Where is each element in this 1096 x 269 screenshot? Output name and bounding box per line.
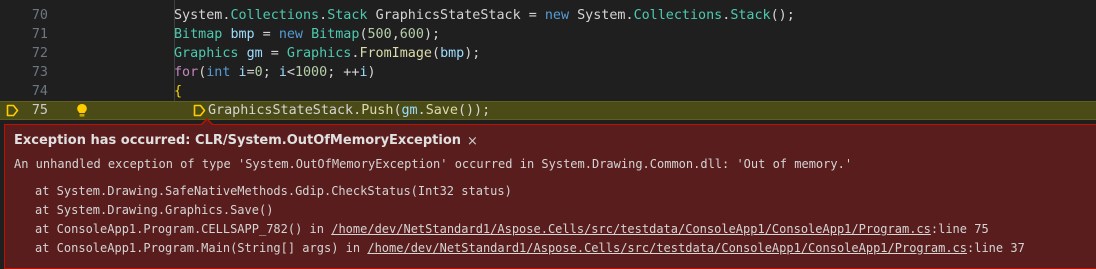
code-token: =	[520, 8, 545, 23]
code-token: bmp	[440, 46, 465, 61]
code-line-current[interactable]: 75 GraphicsStateStack.Push(gm.Save());	[0, 101, 1096, 120]
code-token: i	[238, 65, 247, 80]
code-token: Push	[361, 103, 394, 118]
code-token: .	[417, 103, 426, 118]
code-token: ();	[770, 8, 795, 23]
code-token: .	[319, 8, 328, 23]
code-token: Collections	[633, 8, 723, 23]
code-token: ; ++	[327, 65, 360, 80]
code-token: ());	[457, 103, 491, 118]
stack-frame-text: at ConsoleApp1.Program.CELLSAPP_782() in	[35, 222, 332, 236]
code-token: FromImage	[359, 46, 432, 61]
stack-trace: at System.Drawing.SafeNativeMethods.Gdip…	[35, 182, 1025, 258]
code-token: .	[353, 103, 362, 118]
code-token: System	[569, 8, 626, 23]
code-token: =	[254, 27, 279, 42]
code-token: GraphicsStateStack	[208, 103, 354, 118]
code-token: System	[174, 8, 223, 23]
line-number[interactable]: 70	[0, 6, 48, 25]
code-line[interactable]: 74 {	[0, 82, 1096, 101]
debug-inline-stackframe-icon	[193, 104, 206, 117]
code-editor[interactable]: 70 System.Collections.Stack GraphicsState…	[0, 0, 1096, 120]
code-text[interactable]: for(int i=0; i<1000; ++i)	[174, 63, 376, 82]
code-token: i	[359, 65, 368, 80]
code-line[interactable]: 73 for(int i=0; i<1000; ++i)	[0, 63, 1096, 82]
exception-widget: Exception has occurred: CLR/System.OutOf…	[4, 124, 1096, 269]
code-token: Stack	[327, 8, 368, 23]
lightbulb-icon[interactable]	[76, 103, 88, 118]
stack-frame: at ConsoleApp1.Program.Main(String[] arg…	[35, 239, 1025, 258]
code-token: GraphicsStateStack	[375, 8, 521, 23]
code-token: for	[174, 65, 199, 80]
code-token: Stack	[730, 8, 771, 23]
code-token: (	[359, 27, 368, 42]
code-token: 0	[254, 65, 263, 80]
code-token: i	[278, 65, 287, 80]
code-token: =	[246, 65, 255, 80]
code-token: .	[625, 8, 634, 23]
stack-frame-text: at System.Drawing.Graphics.Save()	[35, 203, 274, 217]
code-token: (	[393, 103, 402, 118]
stack-frame: at ConsoleApp1.Program.CELLSAPP_782() in…	[35, 220, 1025, 239]
code-text[interactable]: GraphicsStateStack.Push(gm.Save());	[208, 101, 490, 120]
code-text[interactable]: Bitmap bmp = new Bitmap(500,600);	[174, 25, 440, 44]
code-token: ,	[391, 27, 400, 42]
code-token: Collections	[230, 8, 320, 23]
code-token: );	[464, 46, 481, 61]
code-text[interactable]: System.Collections.Stack GraphicsStateSt…	[174, 6, 795, 25]
code-token: {	[174, 84, 183, 99]
current-line-highlight	[0, 101, 1096, 120]
code-token: <	[286, 65, 295, 80]
code-token: ;	[262, 65, 279, 80]
code-line[interactable]: 71 Bitmap bmp = new Bitmap(500,600);	[0, 25, 1096, 44]
code-token: Graphics	[174, 46, 239, 61]
stack-frame-text: at ConsoleApp1.Program.Main(String[] arg…	[35, 241, 368, 255]
code-token: Graphics	[286, 46, 352, 61]
code-token: Bitmap	[311, 27, 360, 42]
close-icon[interactable]: ×	[467, 134, 478, 149]
code-token: (	[432, 46, 441, 61]
code-token: 1000	[294, 65, 328, 80]
code-token: 500	[367, 27, 392, 42]
code-token: new	[544, 8, 570, 23]
line-number[interactable]: 73	[0, 63, 48, 82]
stack-frame-text: at System.Drawing.SafeNativeMethods.Gdip…	[35, 184, 512, 198]
code-token: =	[262, 46, 287, 61]
code-token: );	[423, 27, 441, 42]
line-number[interactable]: 72	[0, 44, 48, 63]
code-token: Bitmap	[174, 27, 223, 42]
exception-pointer-fill	[202, 120, 212, 125]
code-token: 600	[399, 27, 424, 42]
line-number[interactable]: 74	[0, 82, 48, 101]
code-line[interactable]: 72 Graphics gm = Graphics.FromImage(bmp);	[0, 44, 1096, 63]
code-line[interactable]: 70 System.Collections.Stack GraphicsState…	[0, 6, 1096, 25]
exception-title: Exception has occurred: CLR/System.OutOf…	[14, 133, 462, 148]
stack-frame: at System.Drawing.Graphics.Save()	[35, 201, 1025, 220]
code-text[interactable]: Graphics gm = Graphics.FromImage(bmp);	[174, 44, 480, 63]
code-token: gm	[246, 46, 263, 61]
source-file-link[interactable]: /home/dev/NetStandard1/Aspose.Cells/src/…	[331, 222, 931, 236]
code-token: gm	[401, 103, 418, 118]
code-token: new	[278, 27, 303, 42]
code-token: bmp	[230, 27, 255, 42]
debug-stackframe-icon	[6, 104, 19, 117]
code-token: )	[367, 65, 376, 80]
line-number[interactable]: 71	[0, 25, 48, 44]
source-file-link[interactable]: /home/dev/NetStandard1/Aspose.Cells/src/…	[367, 241, 967, 255]
exception-message: An unhandled exception of type 'System.O…	[14, 157, 853, 171]
code-token: int	[206, 65, 231, 80]
stack-frame: at System.Drawing.SafeNativeMethods.Gdip…	[35, 182, 1025, 201]
stack-frame-line: :line 37	[967, 241, 1025, 255]
code-text[interactable]: {	[174, 82, 182, 101]
code-token: Save	[425, 103, 458, 118]
stack-frame-line: :line 75	[930, 222, 989, 236]
